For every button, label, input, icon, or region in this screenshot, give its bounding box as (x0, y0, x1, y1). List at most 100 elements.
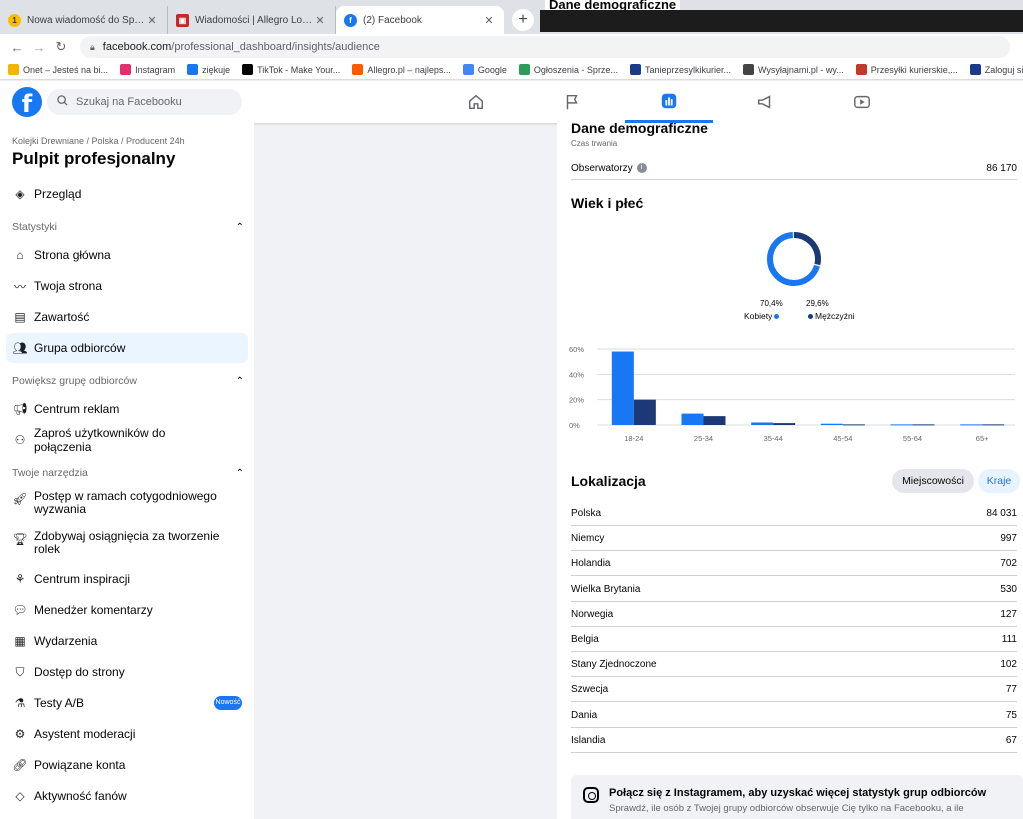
sidebar-item-label: Grupa odbiorców (34, 341, 126, 355)
bookmark-item[interactable]: Google (462, 64, 507, 75)
bookmark-label: Google (477, 64, 507, 75)
section-label: Powiększ grupę odbiorców (12, 375, 137, 387)
nav-insights[interactable] (625, 81, 713, 123)
new-tab-button[interactable]: + (512, 9, 534, 31)
instagram-connect-card[interactable]: Połącz się z Instagramem, aby uzyskać wi… (571, 775, 1023, 819)
bar-women-65+[interactable] (960, 424, 983, 426)
search-input[interactable]: Szukaj na Facebooku (47, 89, 242, 115)
x-tick-label: 18-24 (624, 434, 643, 443)
home-icon: ⌂ (16, 248, 24, 262)
bookmark-item[interactable]: Instagram (120, 64, 175, 75)
divider (571, 701, 1017, 703)
browser-tab-2[interactable]: ▣ Wiadomości | Allegro Lokalnie ✕ (168, 6, 336, 34)
sidebar-item-ad-center[interactable]: 📢︎ Centrum reklam (6, 394, 248, 424)
section-header-tools[interactable]: Twoje narzędzia ⌃ (12, 467, 244, 479)
age-bar-chart: 60% 40% 20% 0% 18-24 25-34 35-44 45-54 55-64 65+ (569, 345, 1015, 443)
bookmark-item[interactable]: Wysyłajnami.pl - wy... (743, 64, 844, 75)
tab-label: (2) Facebook (363, 14, 422, 26)
bar-women-25-34[interactable] (681, 413, 704, 425)
sidebar-item-audience[interactable]: 👥︎ Grupa odbiorców (6, 333, 248, 363)
bookmark-favicon-icon (855, 64, 867, 75)
section-label: Twoje narzędzia (12, 467, 88, 479)
sidebar-item-linked-accounts[interactable]: 🔗︎ Powiązane konta (6, 750, 248, 780)
bookmark-item[interactable]: ziękuje (187, 64, 230, 75)
bar-men-65+[interactable] (982, 424, 1005, 426)
sidebar-item-label: Postęp w ramach cotygodniowego wyzwania (34, 489, 217, 516)
bookmark-label: Zaloguj się (984, 64, 1023, 75)
tab-label: Nowa wiadomość do Sprzedam (27, 14, 145, 26)
sidebar-item-inspiration[interactable]: ⚘ Centrum inspiracji (6, 564, 248, 594)
close-icon[interactable]: ✕ (482, 14, 496, 27)
bar-men-18-24[interactable] (633, 399, 656, 425)
sidebar-item-fan-activity[interactable]: ◇ Aktywność fanów (6, 781, 248, 811)
bookmark-item[interactable]: TikTok - Make Your... (242, 64, 340, 75)
bar-men-55-64[interactable] (912, 424, 935, 426)
bookmark-item[interactable]: Zaloguj się (969, 64, 1023, 75)
facebook-logo-icon[interactable]: f (12, 87, 42, 117)
bookmark-favicon-icon (969, 64, 981, 75)
back-icon[interactable]: ← (6, 40, 28, 55)
bar-women-55-64[interactable] (890, 424, 913, 426)
forward-icon[interactable]: → (28, 40, 50, 55)
location-value: 77 (1005, 684, 1017, 696)
sidebar-item-reels-achievements[interactable]: 🏆︎ Zdobywaj osiągnięcia za tworzenie rol… (6, 528, 248, 564)
section-header-stats[interactable]: Statystyki ⌃ (12, 221, 244, 233)
sidebar-item-content[interactable]: ▤ Zawartość (6, 302, 248, 332)
sidebar-item-weekly-challenge[interactable]: 🚀︎ Postęp w ramach cotygodniowego wyzwan… (6, 488, 248, 524)
sidebar-item-home[interactable]: ⌂ Strona główna (6, 240, 248, 270)
reload-icon[interactable]: ↻ (50, 39, 72, 55)
x-tick-label: 25-34 (694, 434, 713, 443)
bookmark-label: Tanieprzesylkikurier... (644, 64, 731, 75)
section-header-grow[interactable]: Powiększ grupę odbiorców ⌃ (12, 375, 244, 387)
sidebar-item-label: Strona główna (34, 248, 111, 262)
sidebar-item-page-access[interactable]: ⛉ Dostęp do strony (6, 657, 248, 687)
bar-women-18-24[interactable] (611, 351, 634, 425)
bookmark-item[interactable]: Ogłoszenia - Sprze... (518, 64, 618, 75)
bookmark-item[interactable]: Tanieprzesylkikurier... (629, 64, 731, 75)
bar-women-35-44[interactable] (751, 422, 774, 425)
nav-home[interactable] (432, 81, 520, 123)
bar-men-35-44[interactable] (773, 423, 796, 425)
close-icon[interactable]: ✕ (145, 14, 159, 27)
browser-tab-1[interactable]: 1 Nowa wiadomość do Sprzedam ✕ (0, 6, 168, 34)
bar-men-45-54[interactable] (842, 424, 865, 426)
layers-icon: ◈ (15, 187, 25, 201)
sidebar-item-label: Zawartość (34, 310, 90, 324)
sidebar-item-invite[interactable]: ⚇ Zaproś użytkowników do połączenia (6, 425, 248, 455)
sidebar-item-ab-tests[interactable]: ⚗ Testy A/B (6, 688, 248, 718)
viewers-label: Obserwatorzy (571, 163, 633, 174)
bar-women-45-54[interactable] (820, 423, 843, 425)
sidebar-item-your-page[interactable]: 〰 Twoja strona (6, 271, 248, 301)
url-path: /professional_dashboard/insights/audienc… (171, 41, 380, 53)
browser-tab-3[interactable]: f (2) Facebook ✕ (336, 6, 504, 34)
bar-men-25-34[interactable] (703, 416, 726, 425)
sidebar-item-label: Zdobywaj osiągnięcia za tworzenie rolek (34, 529, 220, 556)
sidebar-item-comments[interactable]: 💬︎ Menedżer komentarzy (6, 595, 248, 625)
person-add-icon: ⚇ (14, 433, 26, 447)
location-name: Norwegia (571, 608, 614, 620)
sidebar-item-moderation[interactable]: ⚙ Asystent moderacji (6, 719, 248, 749)
close-icon[interactable]: ✕ (313, 14, 327, 27)
section-label: Statystyki (12, 221, 57, 233)
location-row: Islandia 67 (571, 735, 1017, 746)
sidebar-item-events[interactable]: ▦ Wydarzenia (6, 626, 248, 656)
countries-button[interactable]: Kraje (978, 469, 1020, 493)
nav-pages[interactable] (528, 81, 616, 123)
tab-label: Wiadomości | Allegro Lokalnie (195, 14, 313, 26)
bookmark-favicon-icon (242, 64, 254, 75)
bookmark-item[interactable]: Onet – Jesteś na bi... (8, 64, 108, 75)
instagram-card-title: Połącz się z Instagramem, aby uzyskać wi… (609, 787, 987, 799)
bookmark-item[interactable]: Przesyłki kurierskie,... (855, 64, 958, 75)
chevron-up-icon: ⌃ (235, 467, 244, 479)
sidebar-item-label: Dostęp do strony (34, 665, 125, 679)
divider (571, 575, 1017, 577)
info-icon[interactable]: i (636, 163, 647, 174)
cities-button[interactable]: Miejscowości (892, 469, 974, 493)
bookmark-item[interactable]: Allegro.pl – najleps... (352, 64, 451, 75)
allegro-favicon-icon: ▣ (176, 13, 189, 27)
nav-video[interactable] (818, 81, 906, 123)
sidebar-item-overview[interactable]: ◈ Przegląd (6, 179, 248, 209)
nav-ads[interactable] (721, 81, 809, 123)
divider (571, 525, 1017, 526)
url-input[interactable]: 🔒︎ facebook.com/professional_dashboard/i… (80, 36, 1010, 58)
